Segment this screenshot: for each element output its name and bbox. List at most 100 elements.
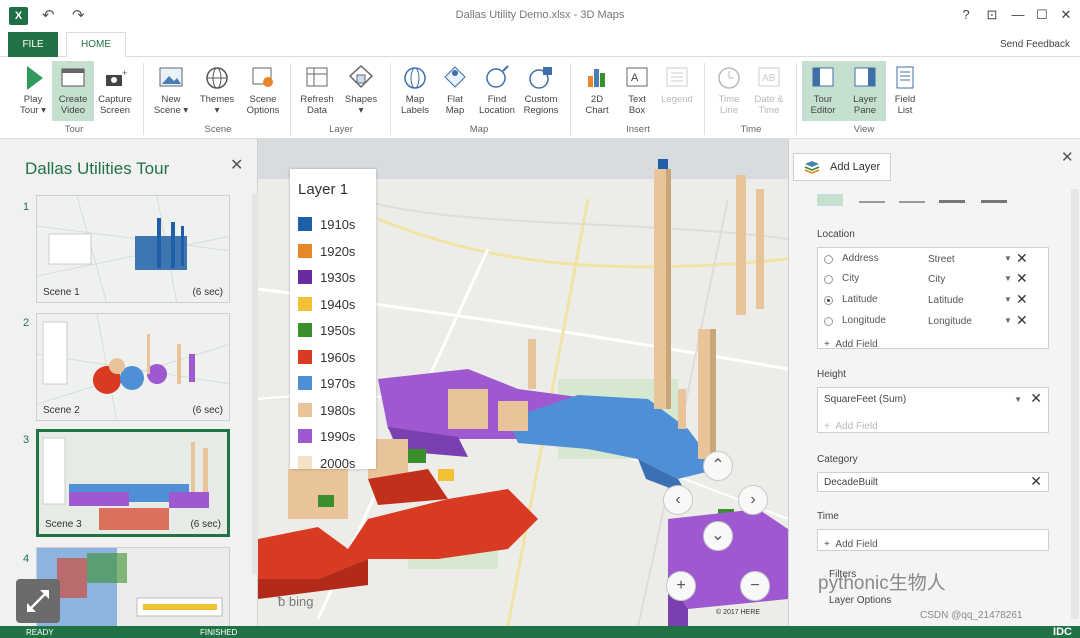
scene-options-button[interactable]: Scene Options [242,61,284,121]
create-video-button[interactable]: Create Video [52,61,94,121]
send-feedback-link[interactable]: Send Feedback [1000,39,1070,50]
legend-item[interactable]: 1910s [298,217,355,232]
play-icon [27,66,43,90]
location-row-address[interactable]: Address Street ▼ ✕ [824,250,1044,270]
legend-item[interactable]: 1920s [298,243,355,259]
capture-screen-button[interactable]: + Capture Screen [94,61,136,121]
legend-button[interactable]: Legend [656,61,698,121]
new-scene-button[interactable]: New Scene ▾ [150,61,192,121]
add-height-field-button[interactable]: + Add Field [824,416,878,434]
height-field-value[interactable]: SquareFeet (Sum) [824,394,906,405]
maximize-button[interactable]: ☐ [1032,7,1052,23]
map-labels-button[interactable]: Map Labels [394,61,436,121]
date-time-button[interactable]: AB Date & Time [748,61,790,121]
tilt-up-button[interactable]: ⌃ [703,451,733,481]
layer-pane-button[interactable]: Layer Pane [844,61,886,121]
layer-options-label[interactable]: Layer Options [829,595,891,606]
tour-pane-close-icon[interactable]: ✕ [230,155,243,175]
category-field-value[interactable]: DecadeBuilt [824,477,878,488]
rotate-left-button[interactable]: ‹ [663,485,693,515]
rotate-right-button[interactable]: › [738,485,768,515]
add-layer-button[interactable]: Add Layer [793,153,891,181]
excel-3d-maps-window: X ↶ ↷ Dallas Utility Demo.xlsx - 3D Maps… [0,0,1080,638]
radio-button[interactable] [824,275,833,284]
legend-label: 1930s [320,270,356,285]
remove-field-icon[interactable]: ✕ [1030,390,1042,407]
legend-item[interactable]: 1970s [298,376,355,391]
radio-button[interactable] [824,296,833,305]
watermark-sub: CSDN @qq_21478261 [920,610,1023,621]
radio-button[interactable] [824,255,833,264]
chevron-down-icon[interactable]: ▼ [1004,254,1012,263]
add-location-field-button[interactable]: + Add Field [824,334,878,352]
tab-file[interactable]: FILE [8,32,58,57]
location-type-select[interactable]: Longitude [928,316,972,327]
zoom-out-button[interactable]: − [740,571,770,601]
location-row-city[interactable]: City City ▼ ✕ [824,270,1044,290]
svg-text:+: + [122,68,127,78]
chevron-down-icon[interactable]: ▼ [1004,295,1012,304]
remove-field-icon[interactable]: ✕ [1016,270,1028,287]
scene-thumbnail-3[interactable]: Scene 3 (6 sec) [36,429,230,537]
remove-field-icon[interactable]: ✕ [1016,250,1028,267]
close-button[interactable]: ✕ [1056,7,1076,23]
play-tour-button[interactable]: Play Tour ▾ [12,61,54,121]
location-row-longitude[interactable]: Longitude Longitude ▼ ✕ [824,312,1044,332]
tab-home[interactable]: HOME [66,32,126,58]
text-box-button[interactable]: A Text Box [616,61,658,121]
layer-pane: Add Layer ✕ Location Address Street ▼ ✕ … [788,139,1080,626]
time-line-button[interactable]: Time Line [708,61,750,121]
2d-chart-button[interactable]: 2D Chart [576,61,618,121]
filter-tab-icon[interactable] [939,197,965,203]
radio-button[interactable] [824,317,833,326]
zoom-in-button[interactable]: + [666,571,696,601]
legend-item[interactable]: 1950s [298,323,355,338]
expand-icon[interactable] [16,579,60,623]
legend-item[interactable]: 1930s [298,270,355,285]
scene-number: 4 [23,553,30,565]
bing-logo: ᵬ bing [278,594,314,609]
chevron-down-icon[interactable]: ▼ [1004,274,1012,283]
find-location-button[interactable]: Find Location [476,61,518,121]
custom-regions-button[interactable]: Custom Regions [520,61,562,121]
legend-item[interactable]: 1940s [298,296,355,312]
tilt-down-button[interactable]: ⌄ [703,521,733,551]
location-row-latitude[interactable]: Latitude Latitude ▼ ✕ [824,291,1044,311]
flat-map-button[interactable]: Flat Map [434,61,476,121]
add-layer-icon [804,161,820,174]
location-type-select[interactable]: City [928,274,945,285]
minimize-button[interactable]: — [1008,7,1028,22]
chevron-down-icon[interactable]: ▼ [1014,395,1022,404]
remove-field-icon[interactable]: ✕ [1016,312,1028,329]
legend-item[interactable]: 1960s [298,349,355,365]
scene-options-tab-icon[interactable] [899,197,925,203]
map-legend[interactable]: Layer 1 1910s 1920s 1930s 1940s 1950s 1960s 19… [290,169,376,469]
map-viewport[interactable]: Layer 1 1910s 1920s 1930s 1940s 1950s 1960s 19… [258,139,788,626]
layer-pane-close-icon[interactable]: ✕ [1061,148,1074,166]
legend-item[interactable]: 2000s [298,455,355,469]
layer-pane-scrollbar[interactable] [1071,189,1079,619]
legend-item[interactable]: 1980s [298,402,355,418]
ribbon-display-button[interactable]: ⊡ [982,7,1002,23]
themes-button[interactable]: Themes ▾ [196,61,238,121]
help-button[interactable]: ? [956,7,976,22]
scene-thumbnail-4[interactable] [36,547,230,627]
settings-tab-icon[interactable] [981,197,1007,203]
add-time-field-button[interactable]: + Add Field [824,534,878,552]
location-type-select[interactable]: Street [928,254,955,265]
shapes-button[interactable]: Shapes ▾ [340,61,382,121]
legend-item[interactable]: 1990s [298,429,355,444]
remove-field-icon[interactable]: ✕ [1016,291,1028,308]
scene-name: Scene 2 [43,405,80,416]
group-separator [290,63,291,135]
location-type-select[interactable]: Latitude [928,295,964,306]
layer-options-tab-icon[interactable] [859,197,885,203]
chevron-down-icon[interactable]: ▼ [1004,316,1012,325]
refresh-data-button[interactable]: Refresh Data [296,61,338,121]
scene-thumbnail-1[interactable]: Scene 1 (6 sec) [36,195,230,303]
field-list-button[interactable]: Field List [884,61,926,121]
scene-thumbnail-2[interactable]: Scene 2 (6 sec) [36,313,230,421]
tour-editor-button[interactable]: Tour Editor [802,61,844,121]
data-tab-icon[interactable] [817,194,843,206]
remove-field-icon[interactable]: ✕ [1030,473,1042,490]
